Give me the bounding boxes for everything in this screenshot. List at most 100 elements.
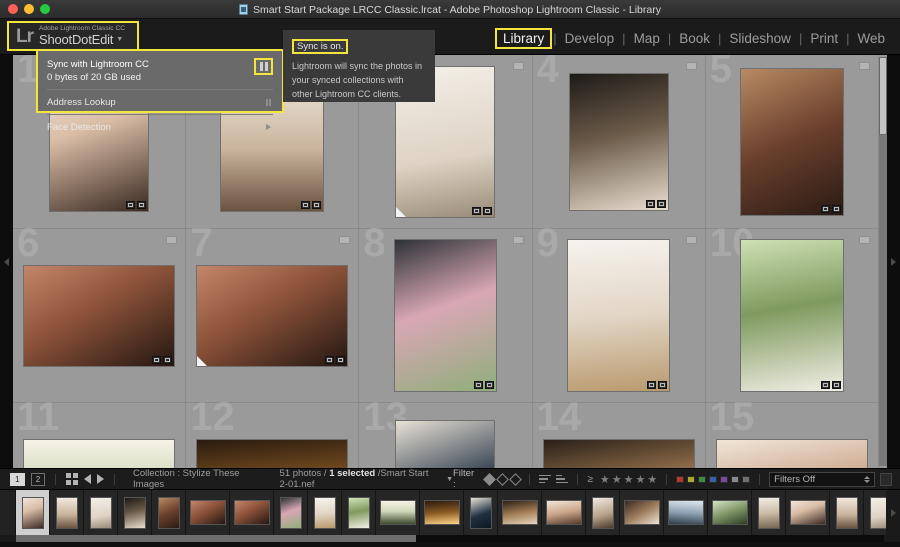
photo-thumbnail[interactable] <box>196 438 349 468</box>
filmstrip-thumb[interactable] <box>230 490 274 535</box>
module-print[interactable]: Print <box>803 29 845 48</box>
sort-ascending-icon[interactable] <box>539 474 552 484</box>
develop-badge-icon[interactable] <box>312 200 322 209</box>
module-book[interactable]: Book <box>672 29 717 48</box>
cell-flag-badge[interactable] <box>166 236 178 244</box>
left-panel-toggle[interactable] <box>0 55 13 468</box>
module-develop[interactable]: Develop <box>558 29 622 48</box>
color-label-chip[interactable] <box>698 475 707 483</box>
filmstrip-next-button[interactable] <box>886 490 900 535</box>
develop-badge-icon[interactable] <box>483 206 493 215</box>
photo-thumbnail[interactable] <box>715 438 868 468</box>
color-label-chip[interactable] <box>687 475 696 483</box>
grid-cell[interactable]: 6 <box>13 223 187 403</box>
address-lookup-item[interactable]: Address Lookup <box>47 97 273 108</box>
filmstrip-thumb[interactable] <box>342 490 376 535</box>
close-window-button[interactable] <box>8 4 18 14</box>
filmstrip-thumb[interactable] <box>308 490 342 535</box>
color-label-filters[interactable] <box>676 475 751 483</box>
crop-badge-icon[interactable] <box>820 381 830 389</box>
rating-star-icon[interactable]: ★ <box>624 473 634 486</box>
filmstrip-source-indicator[interactable] <box>0 490 16 535</box>
filmstrip-thumb-selected[interactable] <box>16 490 50 535</box>
grid-cell[interactable]: 7 <box>186 223 360 403</box>
grid-scrollbar-thumb[interactable] <box>879 57 887 135</box>
crop-badge-icon[interactable] <box>152 355 162 364</box>
rating-star-icon[interactable]: ★ <box>600 473 610 486</box>
develop-badge-icon[interactable] <box>656 199 666 208</box>
crop-badge-icon[interactable] <box>301 200 311 209</box>
grid-view-button[interactable]: 1 <box>10 472 25 486</box>
grid-cell[interactable]: 12 <box>186 397 360 468</box>
photo-thumbnail[interactable] <box>568 72 669 211</box>
photo-thumbnail[interactable] <box>23 264 176 367</box>
filmstrip-thumb[interactable] <box>830 490 864 535</box>
filmstrip-thumb[interactable] <box>50 490 84 535</box>
develop-badge-icon[interactable] <box>658 381 668 389</box>
develop-badge-icon[interactable] <box>336 355 346 364</box>
face-detection-item[interactable]: Face Detection <box>47 122 273 133</box>
right-panel-toggle[interactable] <box>887 55 900 468</box>
photo-thumbnail[interactable] <box>542 438 695 468</box>
cell-flag-badge[interactable] <box>685 62 697 70</box>
identity-plate[interactable]: Lr Adobe Lightroom Classic CC ShootDotEd… <box>7 21 139 51</box>
module-map[interactable]: Map <box>627 29 667 48</box>
cell-flag-badge[interactable] <box>512 236 524 244</box>
photo-thumbnail[interactable] <box>23 438 176 468</box>
color-label-chip[interactable] <box>676 475 685 483</box>
play-icon[interactable] <box>266 124 271 131</box>
window-controls[interactable] <box>0 4 50 14</box>
cell-flag-badge[interactable] <box>685 236 697 244</box>
filmstrip-thumb[interactable] <box>664 490 708 535</box>
lock-icon[interactable] <box>880 472 893 486</box>
grid-cell[interactable]: 10 <box>705 223 879 403</box>
grid-cell[interactable]: 8 <box>359 223 533 403</box>
develop-badge-icon[interactable] <box>831 204 841 213</box>
grid-cell[interactable]: 13 <box>359 397 533 468</box>
filmstrip-thumb[interactable] <box>752 490 786 535</box>
rating-star-icon[interactable]: ★ <box>612 473 622 486</box>
cell-flag-badge[interactable] <box>858 62 870 70</box>
filmstrip-thumb[interactable] <box>84 490 118 535</box>
develop-badge-icon[interactable] <box>831 381 841 389</box>
filmstrip-thumb[interactable] <box>186 490 230 535</box>
color-label-chip[interactable] <box>742 475 751 483</box>
photo-thumbnail[interactable] <box>196 264 349 367</box>
crop-badge-icon[interactable] <box>645 199 655 208</box>
filmstrip-thumb[interactable] <box>498 490 542 535</box>
module-slideshow[interactable]: Slideshow <box>722 29 798 48</box>
filmstrip-scrollbar[interactable] <box>16 535 884 542</box>
maximize-window-button[interactable] <box>40 4 50 14</box>
filmstrip-thumb[interactable] <box>376 490 420 535</box>
filmstrip-thumb[interactable] <box>274 490 308 535</box>
photo-thumbnail[interactable] <box>739 239 844 392</box>
crop-badge-icon[interactable] <box>126 200 136 209</box>
chevron-down-icon[interactable]: ▼ <box>446 476 453 483</box>
grid-cell[interactable]: 11 <box>13 397 187 468</box>
grid-cell[interactable]: 15 <box>705 397 879 468</box>
arrow-left-icon[interactable] <box>84 474 92 484</box>
sync-pause-button[interactable] <box>254 58 273 75</box>
flag-pick-icon[interactable] <box>483 472 497 486</box>
grid-scrollbar[interactable] <box>879 57 887 466</box>
filmstrip-scrollbar-thumb[interactable] <box>16 535 416 542</box>
grid-cell[interactable]: 9 <box>532 223 706 403</box>
filmstrip-track[interactable] <box>16 490 900 535</box>
color-label-chip[interactable] <box>720 475 729 483</box>
filmstrip-thumb[interactable] <box>708 490 752 535</box>
photo-thumbnail[interactable] <box>567 239 671 392</box>
filmstrip-thumb[interactable] <box>152 490 186 535</box>
module-web[interactable]: Web <box>850 29 892 48</box>
pause-icon[interactable] <box>265 98 271 106</box>
rating-star-icon[interactable]: ★ <box>635 473 645 486</box>
photo-thumbnail[interactable] <box>739 67 844 216</box>
filmstrip-thumb[interactable] <box>542 490 586 535</box>
grid-view[interactable]: 123456789101112131415 <box>13 55 887 468</box>
sync-dropdown-panel[interactable]: Sync with Lightroom CC 0 bytes of 20 GB … <box>36 49 284 133</box>
flag-rejected-icon[interactable] <box>509 472 523 486</box>
crop-badge-icon[interactable] <box>473 381 483 389</box>
filters-dropdown[interactable]: Filters Off <box>769 471 876 487</box>
filmstrip-thumb[interactable] <box>464 490 498 535</box>
rating-operator[interactable]: ≥ <box>587 474 593 485</box>
minimize-window-button[interactable] <box>24 4 34 14</box>
